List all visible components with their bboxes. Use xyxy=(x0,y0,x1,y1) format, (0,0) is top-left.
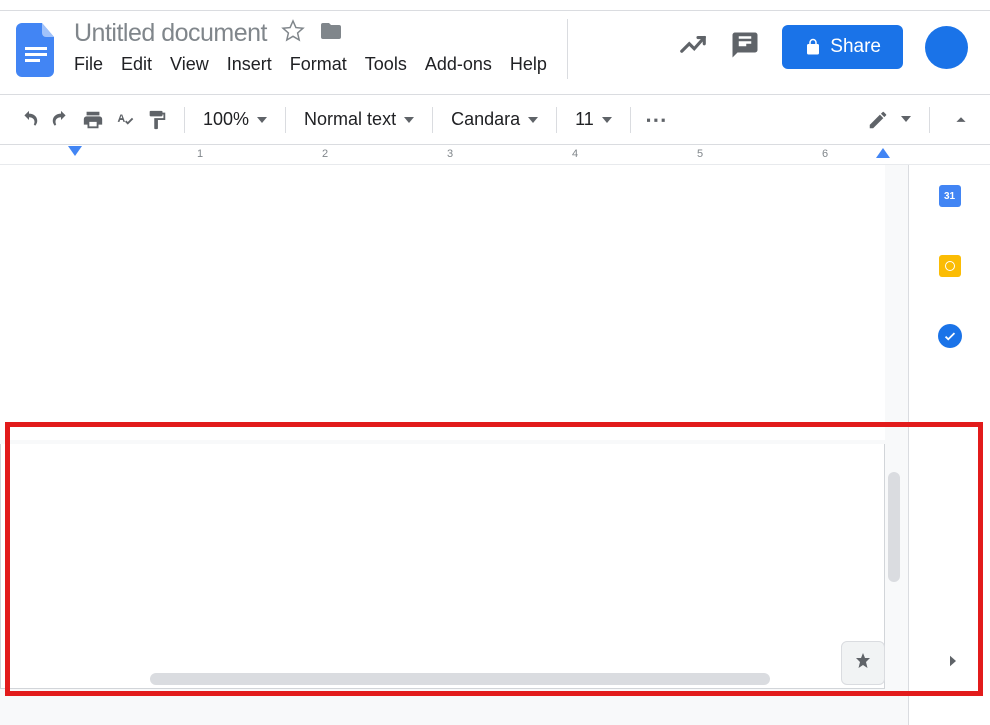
caret-down-icon xyxy=(257,109,267,130)
collapse-icon[interactable] xyxy=(948,107,974,133)
caret-down-icon xyxy=(404,109,414,130)
fontsize-dropdown[interactable]: 11 xyxy=(571,109,616,130)
print-icon[interactable] xyxy=(80,107,106,133)
share-button[interactable]: Share xyxy=(782,25,903,69)
ruler-number: 1 xyxy=(197,148,203,160)
page-area[interactable] xyxy=(0,165,908,725)
share-label: Share xyxy=(830,36,881,58)
ruler-number: 5 xyxy=(697,148,703,160)
ruler-number: 3 xyxy=(447,148,453,160)
toolbar-separator xyxy=(432,107,433,133)
folder-icon[interactable] xyxy=(319,19,343,48)
menu-edit[interactable]: Edit xyxy=(121,54,152,75)
menu-view[interactable]: View xyxy=(170,54,209,75)
user-avatar[interactable] xyxy=(925,26,968,69)
ruler-number: 2 xyxy=(322,148,328,160)
toolbar-separator xyxy=(630,107,631,133)
header: Untitled document File Edit View Insert … xyxy=(0,11,990,95)
caret-down-icon xyxy=(528,109,538,130)
font-value: Candara xyxy=(451,109,520,130)
ruler-left-indent[interactable] xyxy=(68,146,82,156)
vertical-scrollbar[interactable] xyxy=(888,472,900,582)
menu-file[interactable]: File xyxy=(74,54,103,75)
paint-format-icon[interactable] xyxy=(144,107,170,133)
calendar-icon[interactable]: 31 xyxy=(937,183,963,209)
horizontal-scrollbar[interactable] xyxy=(150,673,770,685)
redo-icon[interactable] xyxy=(48,107,74,133)
toolbar-separator xyxy=(929,107,930,133)
menubar: File Edit View Insert Format Tools Add-o… xyxy=(74,54,547,75)
caret-down-icon[interactable] xyxy=(901,111,911,129)
toolbar-separator xyxy=(556,107,557,133)
sidepanel-collapse-icon[interactable] xyxy=(944,652,962,675)
title-row: Untitled document xyxy=(74,19,547,48)
ruler-number: 6 xyxy=(822,148,828,160)
ruler-right-indent[interactable] xyxy=(876,148,890,158)
header-divider xyxy=(567,19,568,79)
more-icon[interactable]: ⋯ xyxy=(645,107,669,133)
toolbar-separator xyxy=(285,107,286,133)
toolbar: 100% Normal text Candara 11 ⋯ xyxy=(0,95,990,145)
undo-icon[interactable] xyxy=(16,107,42,133)
comment-icon[interactable] xyxy=(730,30,760,65)
toolbar-right xyxy=(865,107,974,133)
activity-icon[interactable] xyxy=(678,30,708,65)
docs-logo[interactable] xyxy=(16,23,56,77)
star-icon[interactable] xyxy=(281,19,305,48)
menu-format[interactable]: Format xyxy=(290,54,347,75)
address-bar-placeholder xyxy=(0,0,990,11)
zoom-dropdown[interactable]: 100% xyxy=(199,109,271,130)
zoom-value: 100% xyxy=(203,109,249,130)
caret-down-icon xyxy=(602,109,612,130)
title-area: Untitled document File Edit View Insert … xyxy=(74,19,547,75)
ruler[interactable]: 1 2 3 4 5 6 xyxy=(0,145,990,165)
explore-button[interactable] xyxy=(841,641,885,685)
menu-insert[interactable]: Insert xyxy=(227,54,272,75)
side-panel: 31 xyxy=(908,165,990,725)
font-dropdown[interactable]: Candara xyxy=(447,109,542,130)
workspace: 31 xyxy=(0,165,990,725)
document-page-2[interactable] xyxy=(0,444,885,689)
document-title[interactable]: Untitled document xyxy=(74,19,267,48)
keep-icon[interactable] xyxy=(937,253,963,279)
menu-help[interactable]: Help xyxy=(510,54,547,75)
style-value: Normal text xyxy=(304,109,396,130)
document-page-1[interactable] xyxy=(0,165,885,440)
menu-tools[interactable]: Tools xyxy=(365,54,407,75)
ruler-number: 4 xyxy=(572,148,578,160)
fontsize-value: 11 xyxy=(575,109,594,130)
lock-icon xyxy=(804,38,822,56)
header-right: Share xyxy=(678,25,974,69)
tasks-icon[interactable] xyxy=(937,323,963,349)
editing-mode-icon[interactable] xyxy=(865,107,891,133)
spellcheck-icon[interactable] xyxy=(112,107,138,133)
menu-addons[interactable]: Add-ons xyxy=(425,54,492,75)
toolbar-separator xyxy=(184,107,185,133)
style-dropdown[interactable]: Normal text xyxy=(300,109,418,130)
